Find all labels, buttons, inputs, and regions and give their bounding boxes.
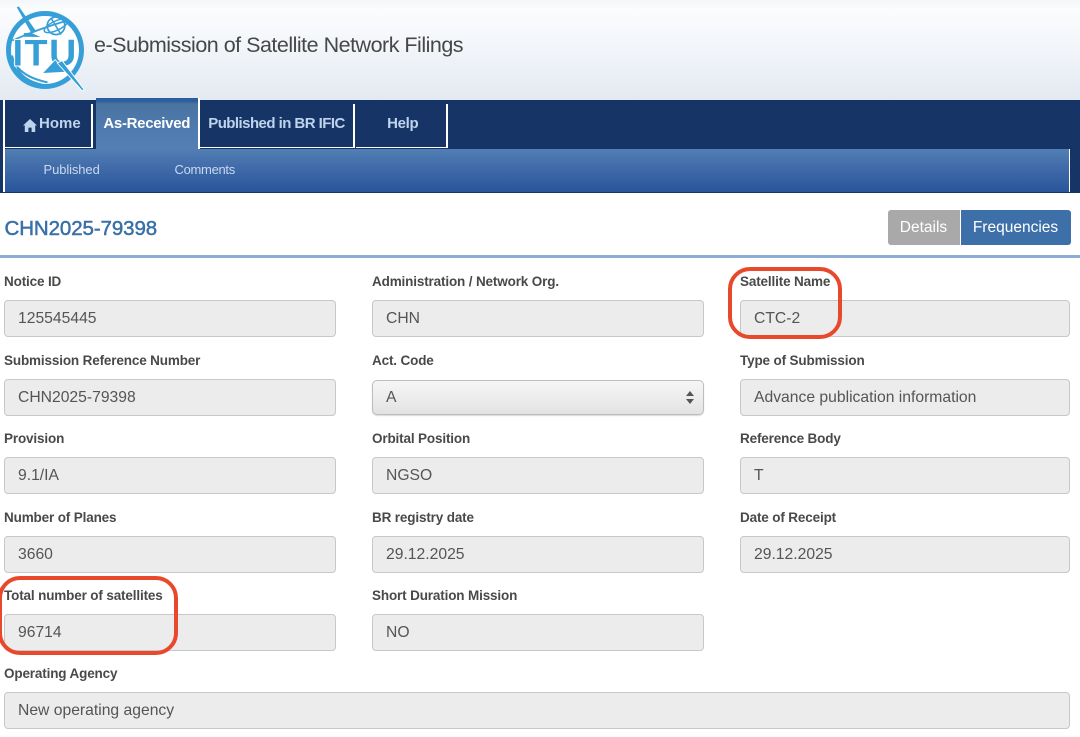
svg-text:ITU: ITU <box>13 32 78 74</box>
